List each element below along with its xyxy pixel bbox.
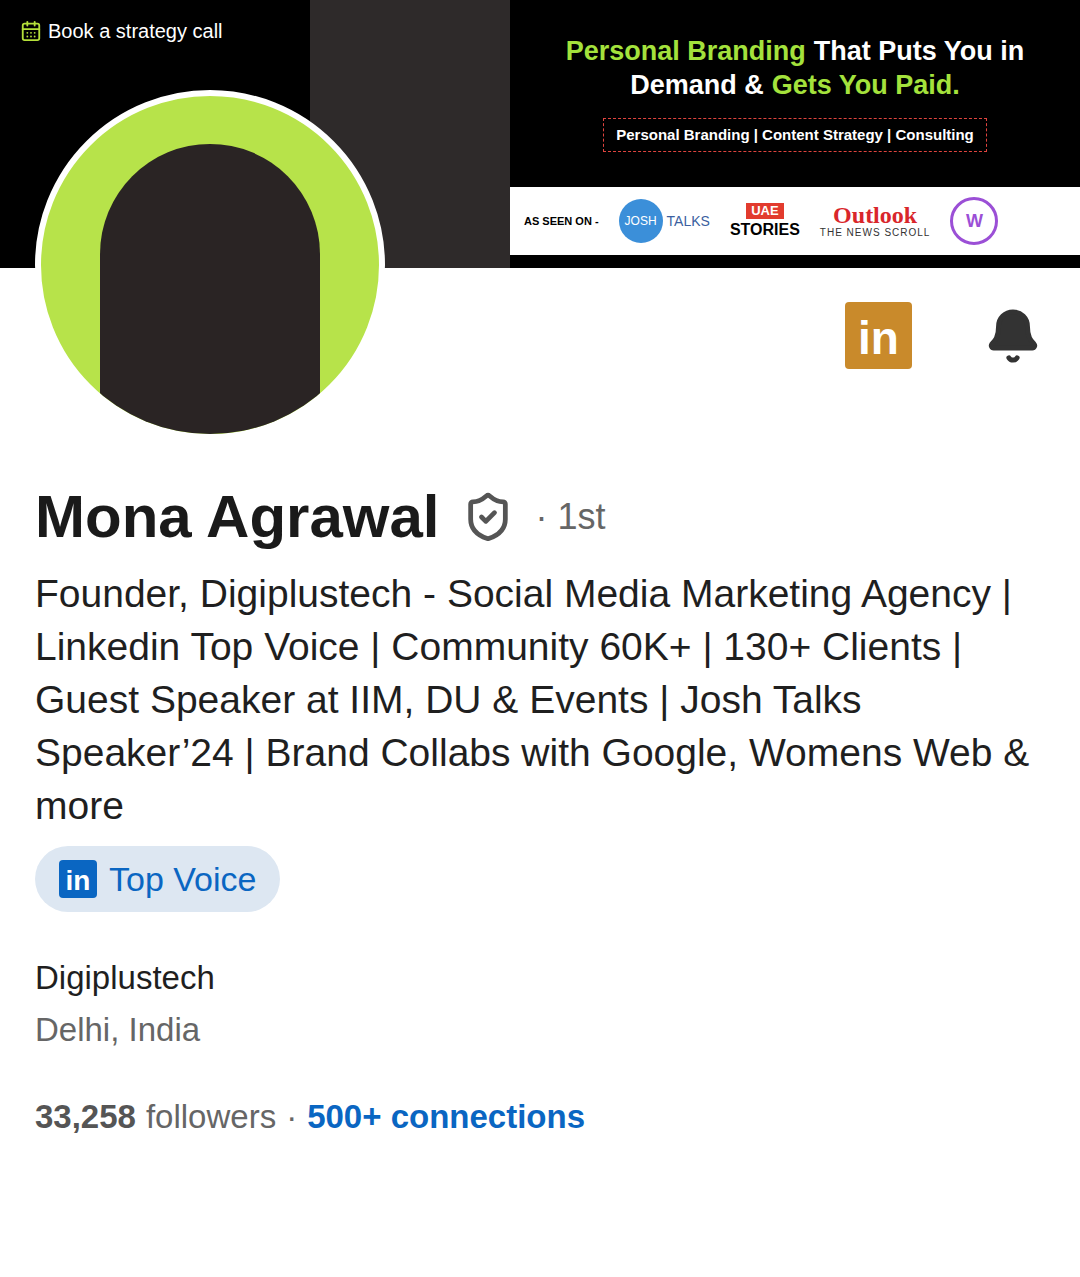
strategy-call-button[interactable]: Book a strategy call	[20, 18, 310, 44]
linkedin-icon: in	[59, 860, 97, 898]
outlook-logo: OutlookTHE NEWS SCROLL	[820, 203, 931, 239]
calendar-icon	[20, 20, 42, 42]
verified-shield-icon	[462, 491, 514, 543]
linkedin-button[interactable]: in	[845, 302, 912, 369]
bell-icon	[984, 307, 1042, 365]
name-row: Mona Agrawal · 1st	[35, 481, 1045, 553]
location: Delhi, India	[35, 1009, 1045, 1051]
top-voice-badge[interactable]: inTop Voice	[35, 846, 280, 912]
notification-button[interactable]	[980, 303, 1046, 369]
profile-photo[interactable]	[35, 90, 385, 440]
followers[interactable]: 33,258followers	[35, 1096, 276, 1138]
connections-link[interactable]: 500+ connections	[307, 1096, 585, 1138]
profile-name: Mona Agrawal	[35, 481, 440, 553]
profile-info: Mona Agrawal · 1st Founder, Digiplustech -…	[0, 481, 1080, 1138]
connection-degree: · 1st	[536, 495, 606, 539]
as-seen-on-strip: AS SEEN ON -JOSHTALKSUAESTORIESOutlookTH…	[510, 187, 1080, 255]
profile-headline: Founder, Digiplustech - Social Media Mar…	[35, 567, 1045, 832]
profile-page: Book a strategy call Personal BrandingTha…	[0, 0, 1080, 1277]
services-box: Personal Branding | Content Strategy | C…	[603, 118, 987, 152]
josh-talks-logo: JOSHTALKS	[619, 199, 710, 243]
womens-logo: W	[950, 197, 998, 245]
network-stats: 33,258followers·500+ connections	[35, 1096, 1045, 1138]
uae-stories-logo: UAESTORIES	[730, 203, 800, 239]
company[interactable]: Digiplustech	[35, 957, 1045, 999]
banner-headline: Personal BrandingThat Puts You inDemand …	[566, 34, 1025, 102]
